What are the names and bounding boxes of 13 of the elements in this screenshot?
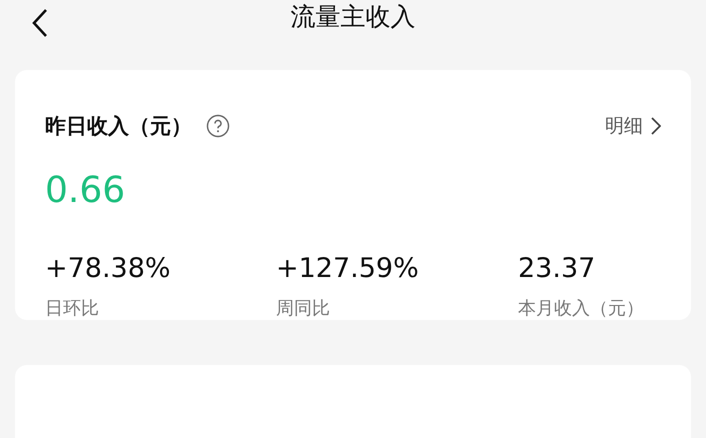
page-title: 流量主收入 [290, 1, 416, 33]
card-title: 昨日收入（元） [45, 113, 192, 140]
stat-value: 23.37 [518, 253, 596, 284]
income-amount: 0.66 [45, 170, 126, 211]
stat-label: 日环比 [45, 297, 100, 320]
stat-value: +127.59% [276, 253, 420, 284]
help-icon[interactable] [206, 114, 230, 138]
back-icon[interactable] [31, 8, 49, 38]
stat-value: +78.38% [45, 253, 172, 284]
stat-label: 本月收入（元） [518, 297, 645, 320]
chevron-icon [651, 117, 661, 135]
stat-label: 周同比 [276, 297, 331, 320]
detail-link[interactable]: 明细 [605, 113, 661, 139]
